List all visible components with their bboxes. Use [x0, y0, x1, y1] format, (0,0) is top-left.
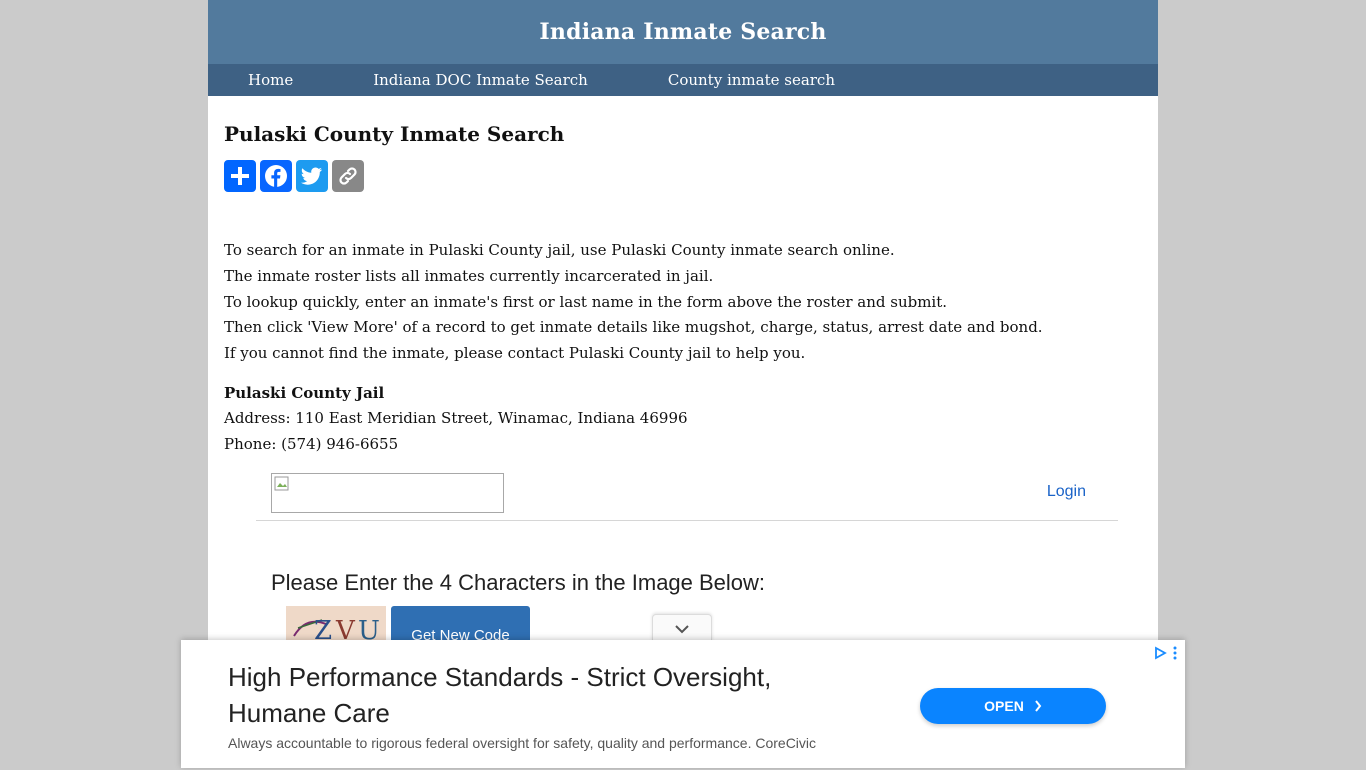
nav-item-county-search[interactable]: County inmate search	[668, 71, 835, 89]
nav-item-indiana-doc[interactable]: Indiana DOC Inmate Search	[373, 71, 588, 89]
ad-subtext: Always accountable to rigorous federal o…	[228, 735, 817, 751]
copy-link-icon[interactable]	[332, 160, 364, 192]
login-link[interactable]: Login	[1047, 483, 1086, 501]
divider	[256, 520, 1118, 521]
jail-phone: Phone: (574) 946-6655	[224, 434, 399, 453]
intro-line: If you cannot find the inmate, please co…	[224, 344, 806, 363]
twitter-icon[interactable]	[296, 160, 328, 192]
jail-name: Pulaski County Jail	[224, 383, 385, 402]
intro-line: Then click 'View More' of a record to ge…	[224, 318, 1043, 337]
facebook-icon[interactable]	[260, 160, 292, 192]
ad-headline[interactable]: High Performance Standards - Strict Over…	[228, 659, 868, 731]
intro-line: To search for an inmate in Pulaski Count…	[224, 241, 895, 259]
jail-address: Address: 110 East Meridian Street, Winam…	[224, 409, 688, 428]
chevron-right-icon	[1035, 700, 1042, 712]
adchoices-play-icon[interactable]	[1153, 646, 1167, 660]
main-content: Pulaski County Inmate Search To search f…	[208, 122, 1158, 457]
broken-logo-image	[271, 473, 504, 513]
intro-line: To lookup quickly, enter an inmate's fir…	[224, 292, 948, 311]
site-header: Indiana Inmate Search	[208, 0, 1158, 64]
captcha-prompt: Please Enter the 4 Characters in the Ima…	[271, 570, 766, 595]
intro-text: To search for an inmate in Pulaski Count…	[224, 238, 1142, 367]
ad-choices[interactable]	[1153, 646, 1177, 660]
more-options-icon[interactable]	[1173, 646, 1177, 660]
ad-open-label: OPEN	[984, 698, 1024, 714]
page-title: Pulaski County Inmate Search	[224, 122, 565, 146]
ad-banner[interactable]: High Performance Standards - Strict Over…	[181, 640, 1185, 768]
ad-collapse-toggle[interactable]	[652, 614, 712, 642]
main-nav: Home Indiana DOC Inmate Search County in…	[208, 64, 1158, 96]
share-buttons	[224, 160, 1142, 192]
share-plus-icon[interactable]	[224, 160, 256, 192]
site-title[interactable]: Indiana Inmate Search	[539, 19, 826, 45]
jail-info: Pulaski County Jail Address: 110 East Me…	[224, 381, 1142, 458]
ad-open-button[interactable]: OPEN	[920, 688, 1106, 724]
nav-item-home[interactable]: Home	[248, 71, 293, 89]
chevron-down-icon	[675, 624, 689, 633]
intro-line: The inmate roster lists all inmates curr…	[224, 266, 714, 285]
